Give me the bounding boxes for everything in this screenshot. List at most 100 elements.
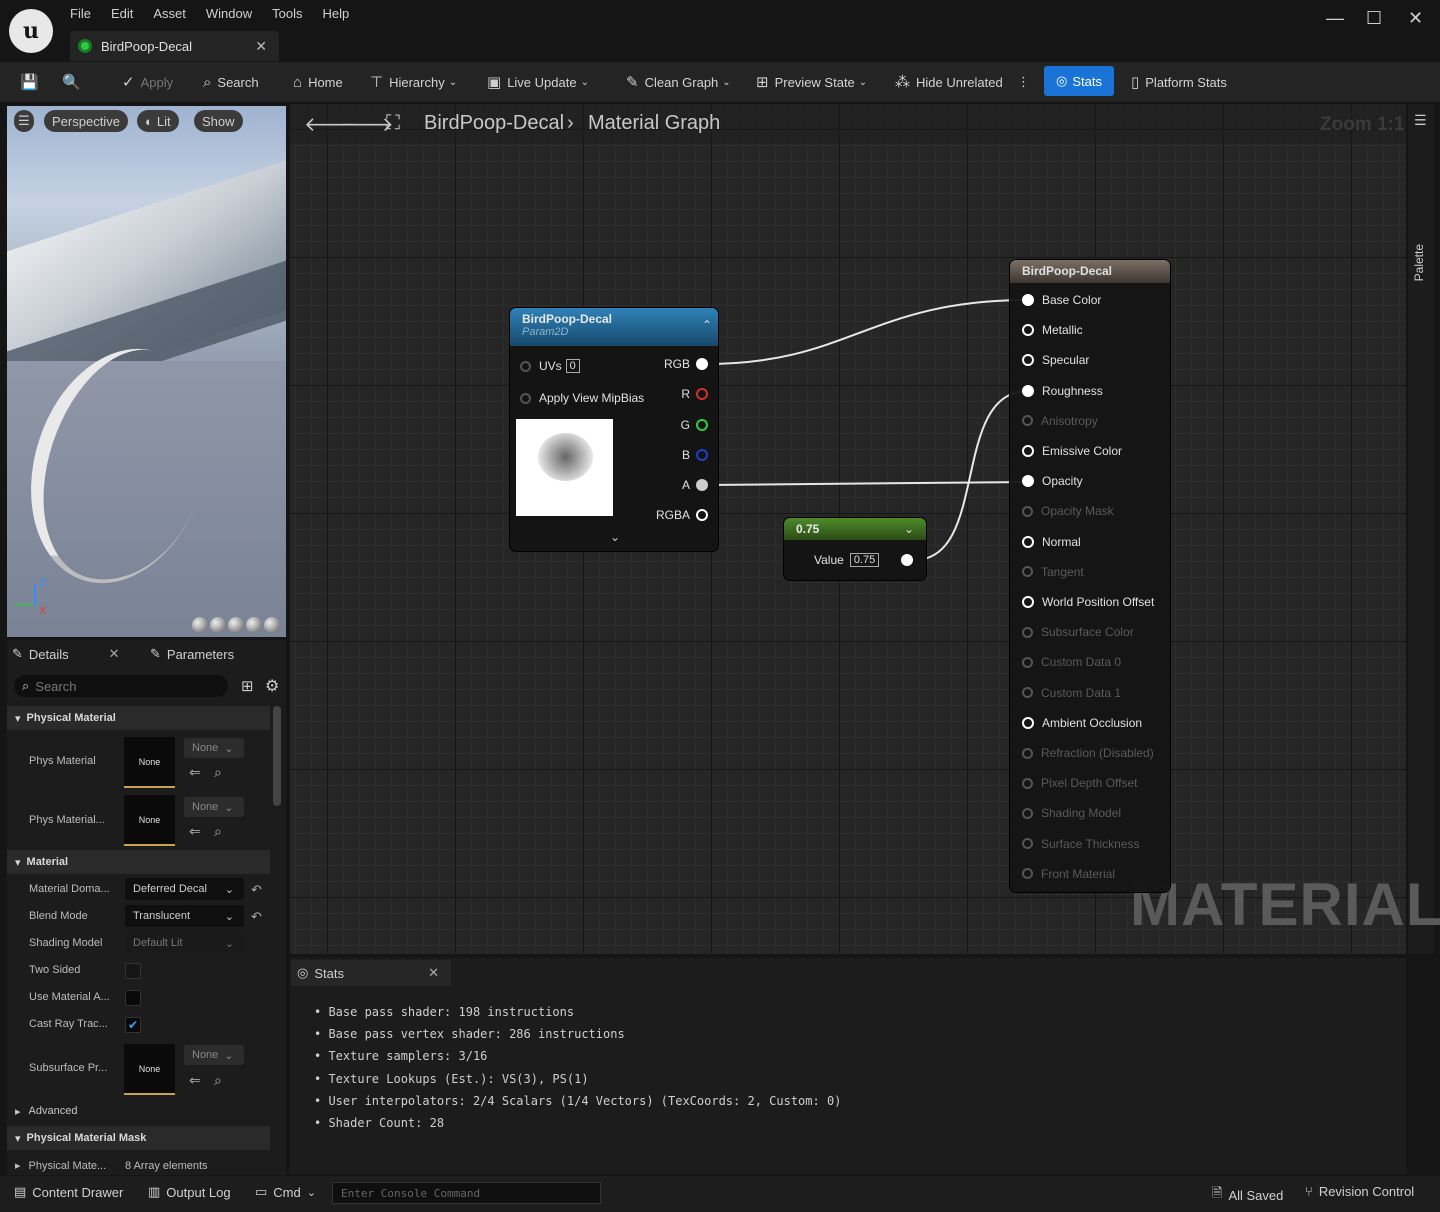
input-pin-icon[interactable] (1022, 687, 1033, 699)
g-output-pin[interactable]: G (681, 418, 708, 432)
uvs-label: UVs (539, 359, 562, 373)
material-input-pin[interactable]: Anisotropy (1022, 414, 1098, 428)
input-pin-icon[interactable] (1022, 535, 1034, 548)
input-pin-icon[interactable] (1022, 384, 1034, 397)
stat-line: • Texture samplers: 3/16 (314, 1049, 487, 1063)
material-input-label: World Position Offset (1042, 595, 1155, 609)
material-input-label: Surface Thickness (1041, 836, 1140, 851)
input-pin-icon[interactable] (1022, 505, 1033, 517)
material-input-pin[interactable]: Front Material (1022, 867, 1115, 881)
console-placeholder: Enter Console Command (341, 1186, 481, 1200)
b-label: B (681, 448, 690, 462)
material-node-title[interactable]: BirdPoop-Decal (1010, 260, 1170, 283)
wire-rgb-to-base-color (705, 299, 1029, 365)
scalar-node-title: 0.75 (796, 522, 820, 536)
cmd-label: Cmd (273, 1184, 301, 1200)
material-input-pin[interactable]: Metallic (1022, 323, 1083, 337)
texture-node-header[interactable]: BirdPoop-Decal Param2D ⌃ (510, 308, 718, 346)
scalar-node-header[interactable]: 0.75 ⌄ (784, 518, 926, 540)
material-input-label: Custom Data 1 (1041, 685, 1122, 700)
material-input-pin[interactable]: Specular (1022, 353, 1089, 367)
output-log-label: Output Log (166, 1184, 231, 1200)
uvs-value-input[interactable]: 0 (565, 359, 580, 373)
scalar-output-pin-icon[interactable] (901, 554, 913, 566)
g-pin-icon[interactable] (696, 419, 708, 431)
material-input-pin[interactable]: Ambient Occlusion (1022, 716, 1142, 730)
material-input-label: Normal (1042, 534, 1081, 549)
material-input-pin[interactable]: Roughness (1022, 384, 1103, 398)
rgb-pin-icon[interactable] (696, 358, 708, 370)
input-pin-icon[interactable] (1022, 596, 1034, 608)
input-pin-icon[interactable] (1022, 656, 1033, 668)
r-output-pin[interactable]: R (681, 387, 708, 401)
bullet: • (314, 1049, 329, 1064)
material-input-pin[interactable]: Custom Data 1 (1022, 686, 1121, 700)
material-input-pin[interactable]: Normal (1022, 535, 1081, 549)
cmd-button[interactable]: ▭ Cmd ⌄ (255, 1184, 316, 1200)
input-pin-icon[interactable] (1022, 324, 1034, 337)
close-stats-icon[interactable]: ✕ (428, 965, 439, 981)
input-pin-icon[interactable] (1022, 294, 1034, 306)
revision-control-button[interactable]: ⑂ Revision Control (1305, 1184, 1414, 1199)
input-pin-icon[interactable] (1022, 566, 1033, 578)
scalar-parameter-node[interactable]: 0.75 ⌄ Value 0.75 (784, 518, 926, 580)
input-pin-icon[interactable] (1022, 354, 1034, 367)
scalar-value-row: Value 0.75 (814, 553, 880, 567)
output-log-button[interactable]: ▥ Output Log (148, 1184, 231, 1200)
input-pin-icon[interactable] (1022, 807, 1033, 819)
material-input-pin[interactable]: Subsurface Color (1022, 625, 1134, 639)
stat-text: Shader Count: 28 (328, 1116, 445, 1130)
stats-tab[interactable]: ◎ Stats ✕ (291, 960, 451, 986)
mipbias-input-pin[interactable]: Apply View MipBias (520, 391, 644, 405)
texture-sample-node[interactable]: BirdPoop-Decal Param2D ⌃ UVs 0 Apply Vie… (510, 308, 718, 551)
uvs-input-pin[interactable]: UVs 0 (520, 359, 580, 373)
b-pin-icon[interactable] (696, 449, 708, 461)
bullet: • (314, 1005, 329, 1019)
material-input-label: Shading Model (1041, 806, 1122, 821)
stat-line: • Texture Lookups (Est.): VS(3), PS(1) (314, 1072, 589, 1086)
material-input-label: Refraction (Disabled) (1041, 746, 1154, 760)
material-input-pin[interactable]: Surface Thickness (1022, 837, 1140, 851)
input-pin-icon[interactable] (1022, 777, 1033, 789)
output-log-icon: ▥ (148, 1184, 161, 1199)
material-input-pin[interactable]: Opacity (1022, 474, 1083, 488)
input-pin-icon[interactable] (1022, 838, 1033, 850)
material-input-label: Metallic (1042, 323, 1083, 338)
uvs-pin-icon[interactable] (520, 360, 531, 372)
input-pin-icon[interactable] (1022, 626, 1033, 638)
console-input[interactable]: Enter Console Command (332, 1182, 601, 1204)
content-drawer-icon: ▤ (14, 1184, 27, 1199)
material-input-pin[interactable]: Shading Model (1022, 806, 1121, 820)
b-output-pin[interactable]: B (682, 448, 708, 462)
material-result-node[interactable]: BirdPoop-Decal Base Color Metallic Specula… (1010, 260, 1170, 892)
revision-control-label: Revision Control (1318, 1184, 1415, 1199)
a-output-pin[interactable]: A (682, 478, 708, 492)
scalar-value-input[interactable]: 0.75 (849, 553, 880, 567)
rgba-output-pin[interactable]: RGBA (656, 508, 708, 522)
content-drawer-button[interactable]: ▤ Content Drawer (14, 1184, 123, 1200)
material-input-pin[interactable]: Pixel Depth Offset (1022, 776, 1138, 790)
chevron-down-icon[interactable]: ⌄ (904, 522, 914, 536)
input-pin-icon[interactable] (1022, 475, 1034, 488)
material-input-pin[interactable]: Tangent (1022, 565, 1084, 579)
material-input-pin[interactable]: Refraction (Disabled) (1022, 746, 1154, 760)
rgba-pin-icon[interactable] (696, 509, 708, 521)
all-saved-button[interactable]: 🗎 All Saved (1212, 1184, 1283, 1206)
material-input-pin[interactable]: Custom Data 0 (1022, 655, 1121, 669)
chevron-down-icon[interactable]: ⌄ (610, 530, 620, 544)
material-input-pin[interactable]: Emissive Color (1022, 444, 1122, 458)
rgb-output-pin[interactable]: RGB (664, 357, 708, 371)
mipbias-pin-icon[interactable] (520, 392, 531, 404)
material-input-pin[interactable]: World Position Offset (1022, 595, 1154, 609)
input-pin-icon[interactable] (1022, 445, 1034, 457)
input-pin-icon[interactable] (1022, 415, 1033, 427)
input-pin-icon[interactable] (1022, 716, 1034, 729)
chevron-up-icon[interactable]: ⌃ (702, 318, 712, 332)
material-input-pin[interactable]: Opacity Mask (1022, 504, 1114, 518)
content-drawer-label: Content Drawer (32, 1184, 124, 1200)
material-input-pin[interactable]: Base Color (1022, 293, 1101, 307)
a-pin-icon[interactable] (696, 479, 708, 491)
input-pin-icon[interactable] (1022, 747, 1033, 759)
r-pin-icon[interactable] (696, 388, 708, 400)
input-pin-icon[interactable] (1022, 868, 1033, 880)
